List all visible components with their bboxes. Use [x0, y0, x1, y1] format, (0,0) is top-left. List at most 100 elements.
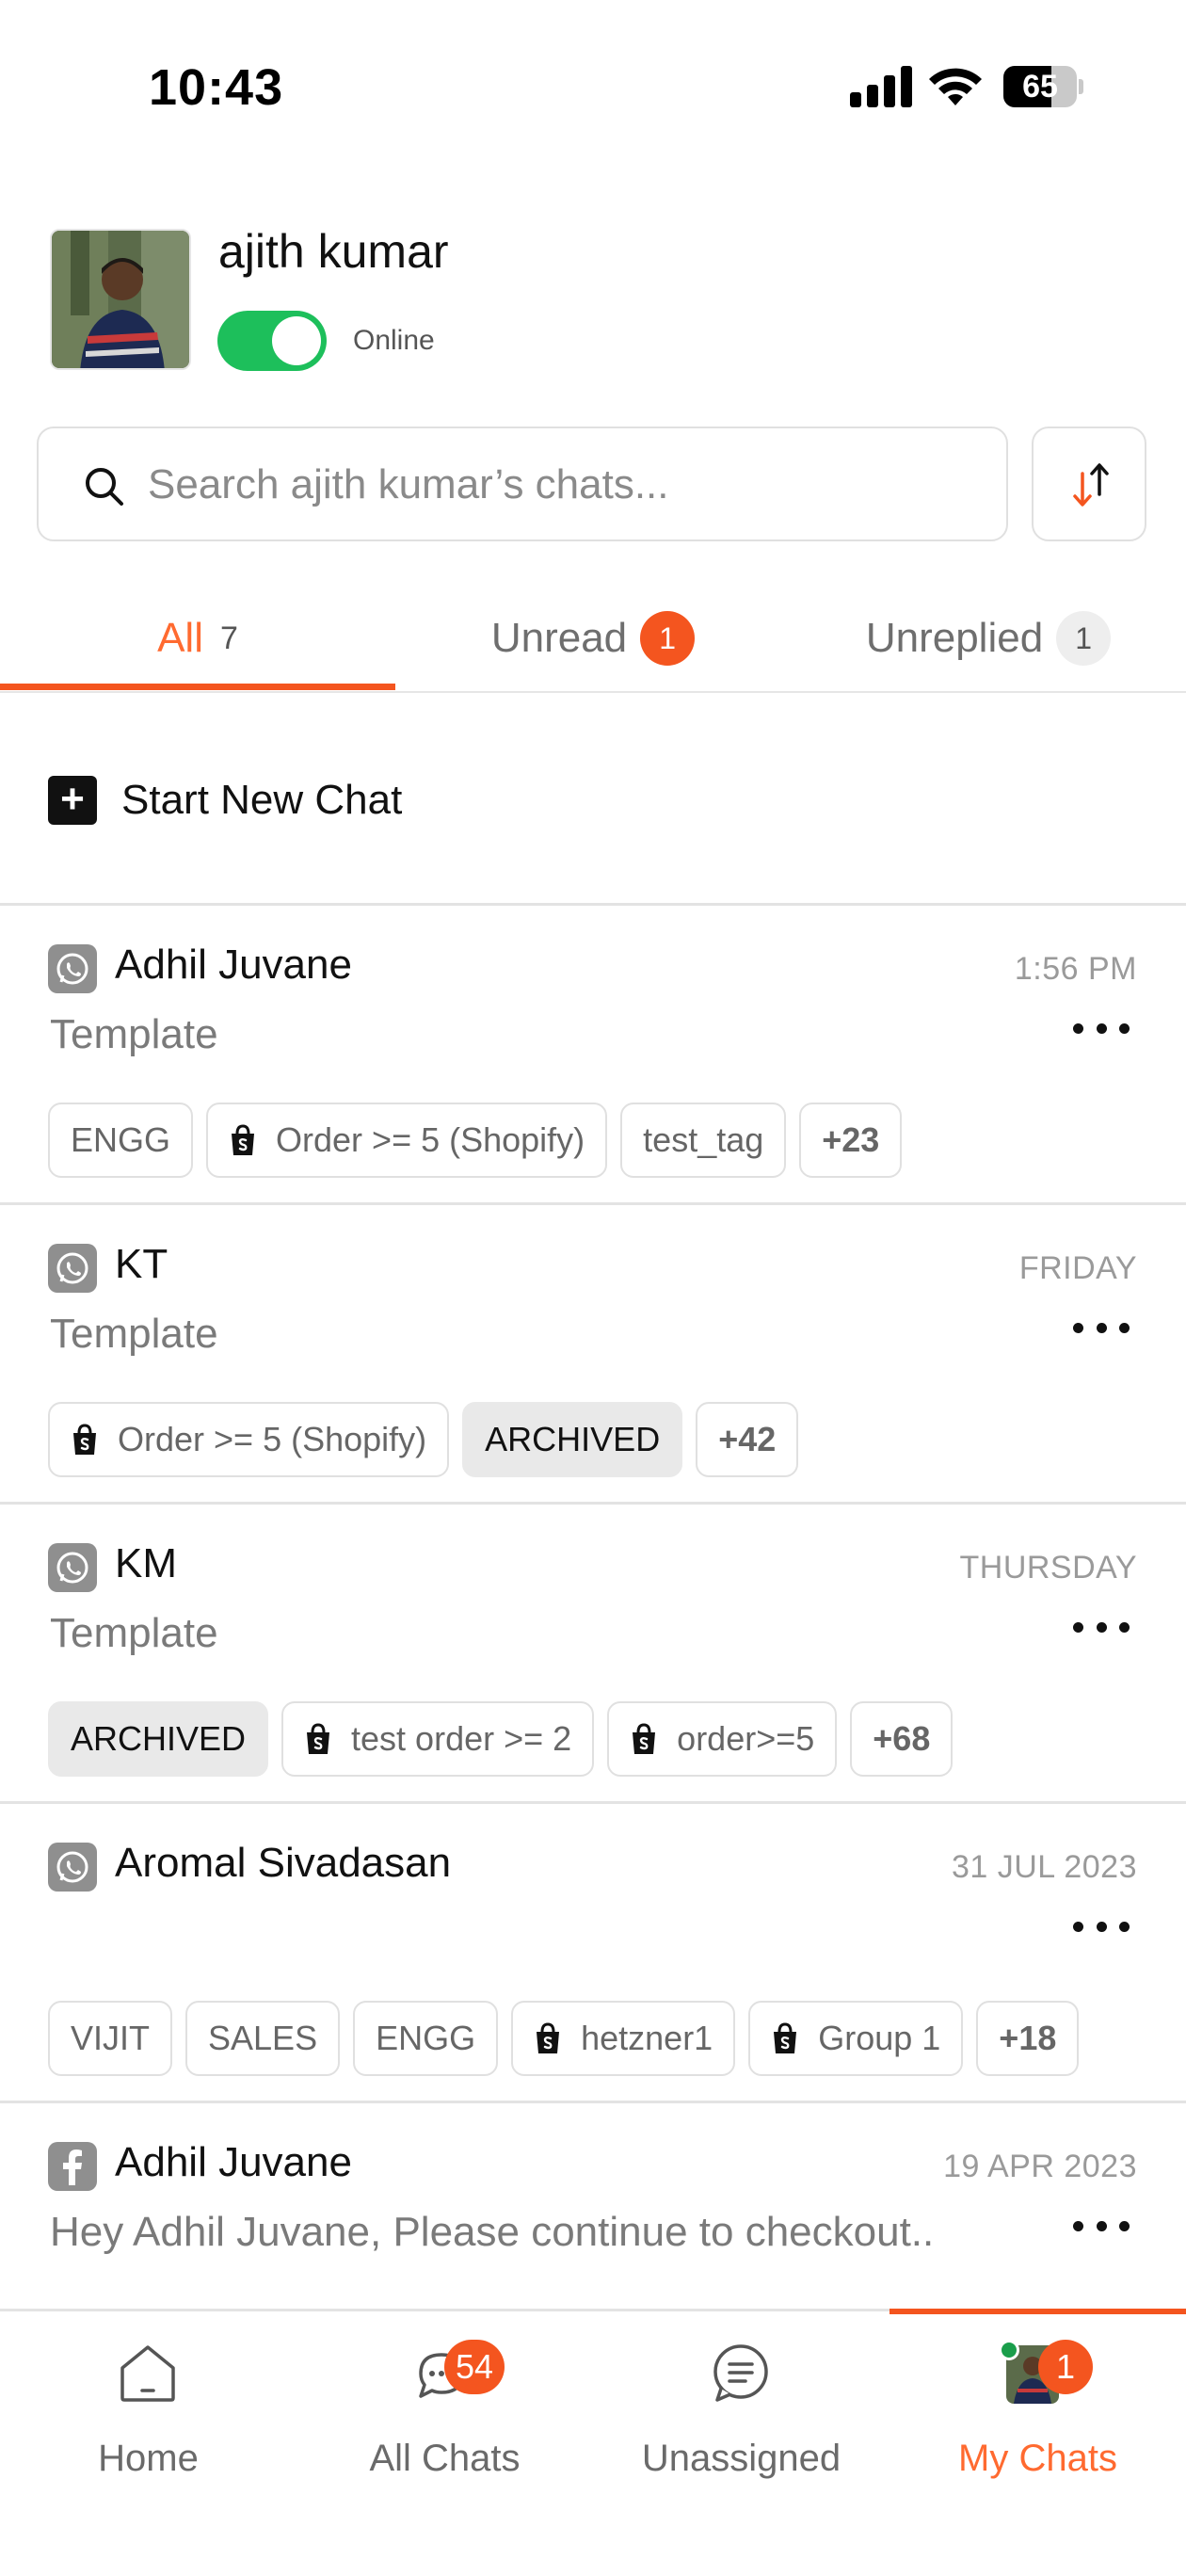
- online-dot: [999, 2340, 1019, 2360]
- last-message-time: FRIDAY: [1018, 1250, 1137, 1286]
- active-nav-indicator: [890, 2309, 1186, 2314]
- tag-label: +18: [999, 2019, 1057, 2057]
- nav-home[interactable]: Home: [0, 2340, 296, 2490]
- message-preview: Template: [50, 1610, 218, 1656]
- more-tags-chip[interactable]: +23: [799, 1103, 903, 1178]
- online-status-label: Online: [353, 325, 435, 356]
- tab-all-count: 7: [219, 620, 238, 656]
- toggle-knob: [272, 316, 321, 365]
- nav-unassigned-label: Unassigned: [641, 2438, 841, 2479]
- tag-label: SALES: [208, 2019, 318, 2057]
- more-options-icon[interactable]: [1073, 1618, 1130, 1636]
- unassigned-chat-icon: [713, 2344, 768, 2402]
- tag-chip[interactable]: test order >= 2: [281, 1701, 595, 1777]
- search-input[interactable]: [148, 447, 976, 523]
- shopify-icon: [229, 1124, 276, 1156]
- battery-icon: 65: [1003, 66, 1083, 107]
- tab-all[interactable]: All 7: [0, 584, 395, 693]
- last-message-time: 1:56 PM: [1014, 951, 1137, 987]
- tag-chip[interactable]: Group 1: [748, 2001, 964, 2076]
- search-icon: [86, 468, 123, 506]
- wifi-icon: [929, 68, 982, 105]
- tag-chip[interactable]: test_tag: [620, 1103, 787, 1178]
- chat-filter-tabs: All 7 Unread 1 Unreplied 1: [0, 584, 1186, 693]
- home-icon: [120, 2345, 175, 2402]
- status-bar: 10:43 65: [0, 0, 1186, 169]
- chat-row[interactable]: KM THURSDAY Template ARCHIVED test order >= …: [0, 1505, 1186, 1804]
- nav-unassigned[interactable]: Unassigned: [593, 2340, 890, 2490]
- tag-chip[interactable]: SALES: [185, 2001, 341, 2076]
- tag-list: ENGG Order >= 5 (Shopify) test_tag +23: [48, 1103, 903, 1178]
- shopify-icon: [771, 2022, 818, 2054]
- tag-chip[interactable]: hetzner1: [511, 2001, 736, 2076]
- sort-button[interactable]: [1032, 427, 1146, 541]
- tag-chip[interactable]: ENGG: [48, 1103, 194, 1178]
- battery-level: 65: [1022, 69, 1058, 105]
- contact-name: KM: [115, 1540, 177, 1586]
- tag-label: Order >= 5 (Shopify): [118, 1420, 427, 1458]
- tag-label: ENGG: [376, 2019, 476, 2057]
- tag-chip[interactable]: VIJIT: [48, 2001, 173, 2076]
- search-box[interactable]: [37, 427, 1008, 541]
- chat-row[interactable]: Adhil Juvane 1:56 PM Template ENGG Order >= …: [0, 906, 1186, 1205]
- message-preview: Template: [50, 1011, 218, 1057]
- active-tab-indicator: [0, 684, 395, 690]
- tab-unreplied-label: Unreplied: [865, 615, 1044, 661]
- more-options-icon[interactable]: [1073, 1917, 1130, 1936]
- signal-icon: [850, 66, 912, 107]
- contact-name: Adhil Juvane: [115, 2139, 352, 2185]
- message-preview: Hey Adhil Juvane, Please continue to che…: [50, 2209, 935, 2255]
- more-tags-chip[interactable]: +42: [696, 1402, 799, 1477]
- tag-list: Order >= 5 (Shopify) ARCHIVED +42: [48, 1402, 799, 1477]
- archived-tag[interactable]: ARCHIVED: [462, 1402, 683, 1477]
- whatsapp-icon: [48, 1543, 97, 1592]
- sort-arrows-icon: [1073, 463, 1109, 507]
- chat-row[interactable]: KT FRIDAY Template Order >= 5 (Shopify) ARCH…: [0, 1205, 1186, 1505]
- start-new-chat-button[interactable]: + Start New Chat: [48, 770, 402, 830]
- tab-unreplied[interactable]: Unreplied 1: [791, 584, 1186, 693]
- tag-chip[interactable]: order>=5: [607, 1701, 838, 1777]
- contact-name: Aromal Sivadasan: [115, 1840, 452, 1886]
- profile-name: ajith kumar: [218, 225, 449, 278]
- whatsapp-icon: [48, 1244, 97, 1293]
- shopify-icon: [304, 1723, 351, 1755]
- shopify-icon: [534, 2022, 581, 2054]
- tag-label: +68: [873, 1719, 931, 1758]
- tag-label: ARCHIVED: [71, 1719, 247, 1758]
- chat-row[interactable]: Aromal Sivadasan 31 JUL 2023 VIJIT SALES ENG…: [0, 1804, 1186, 2103]
- tag-chip[interactable]: Order >= 5 (Shopify): [206, 1103, 608, 1178]
- nav-my-chats[interactable]: 1 My Chats: [890, 2340, 1186, 2490]
- nav-home-label: Home: [98, 2438, 199, 2479]
- more-tags-chip[interactable]: +68: [850, 1701, 954, 1777]
- tag-chip[interactable]: ENGG: [353, 2001, 499, 2076]
- bottom-navigation: Home 54 All Chats Unassigned 1 My Chats: [0, 2309, 1186, 2576]
- archived-tag[interactable]: ARCHIVED: [48, 1701, 269, 1777]
- status-time: 10:43: [149, 59, 284, 116]
- contact-name: Adhil Juvane: [115, 942, 352, 988]
- tag-chip[interactable]: Order >= 5 (Shopify): [48, 1402, 450, 1477]
- profile-avatar[interactable]: [50, 229, 191, 370]
- tab-unread-label: Unread: [490, 615, 628, 661]
- nav-all-chats[interactable]: 54 All Chats: [296, 2340, 593, 2490]
- last-message-time: THURSDAY: [959, 1550, 1137, 1586]
- more-options-icon[interactable]: [1073, 2216, 1130, 2235]
- more-tags-chip[interactable]: +18: [976, 2001, 1080, 2076]
- whatsapp-icon: [48, 944, 97, 993]
- start-new-chat-label: Start New Chat: [121, 777, 403, 823]
- tab-unread-badge: 1: [640, 611, 696, 666]
- last-message-time: 31 JUL 2023: [951, 1849, 1137, 1885]
- last-message-time: 19 APR 2023: [943, 2149, 1137, 2184]
- message-preview: Template: [50, 1311, 218, 1357]
- tab-all-label: All: [157, 615, 203, 661]
- online-toggle[interactable]: [217, 311, 327, 371]
- tag-label: ENGG: [71, 1120, 171, 1159]
- tag-label: test order >= 2: [351, 1719, 572, 1758]
- plus-icon: +: [48, 776, 97, 825]
- tag-label: +23: [822, 1120, 880, 1159]
- more-options-icon[interactable]: [1073, 1019, 1130, 1038]
- tag-label: Order >= 5 (Shopify): [276, 1120, 585, 1159]
- whatsapp-icon: [48, 1843, 97, 1892]
- tab-unread[interactable]: Unread 1: [395, 584, 791, 693]
- more-options-icon[interactable]: [1073, 1318, 1130, 1337]
- tag-list: VIJIT SALES ENGG hetzner1 Group 1 +18: [48, 2001, 1080, 2076]
